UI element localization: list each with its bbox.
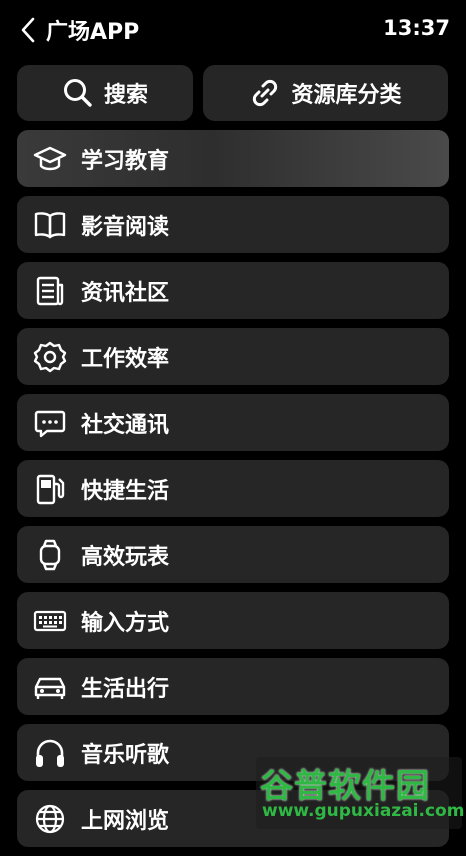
category-label: 学习教育 (81, 148, 170, 174)
category-item-productivity[interactable]: 工作效率 (17, 328, 449, 385)
watch-icon (33, 538, 67, 572)
search-button[interactable]: 搜索 (17, 65, 193, 121)
watermark-url: www.gupuxiazai.com (262, 801, 465, 821)
category-button[interactable]: 资源库分类 (203, 65, 448, 121)
link-icon (253, 79, 278, 107)
status-bar: 广场APP 13:37 (0, 0, 466, 60)
category-label: 影音阅读 (81, 214, 170, 240)
category-list: 学习教育 影音阅读 资讯社区 工作效率 社交通讯 快捷生活 高效玩表 输入方式 … (17, 130, 449, 856)
watermark-title: 谷普软件园 (260, 766, 430, 805)
clock: 13:37 (383, 16, 450, 40)
globe-icon (33, 802, 67, 836)
category-item-media[interactable]: 影音阅读 (17, 196, 449, 253)
category-button-label: 资源库分类 (291, 83, 402, 108)
headphones-icon (33, 736, 67, 770)
category-item-news[interactable]: 资讯社区 (17, 262, 449, 319)
category-label: 音乐听歌 (81, 742, 170, 768)
back-button[interactable] (20, 16, 46, 44)
category-label: 快捷生活 (81, 478, 170, 504)
news-icon (33, 274, 67, 308)
chevron-left-icon (21, 17, 35, 43)
gear-icon (33, 340, 67, 374)
category-label: 输入方式 (81, 610, 170, 636)
category-label: 工作效率 (81, 346, 170, 372)
fuel-pump-icon (33, 472, 67, 506)
keyboard-icon (33, 604, 67, 638)
search-icon (63, 79, 92, 107)
search-button-label: 搜索 (103, 83, 148, 108)
page-title: 广场APP (46, 20, 140, 45)
chat-bubble-icon (33, 406, 67, 440)
category-label: 生活出行 (81, 676, 170, 702)
category-item-life[interactable]: 快捷生活 (17, 460, 449, 517)
category-label: 社交通讯 (81, 412, 170, 438)
book-icon (33, 208, 67, 242)
category-item-social[interactable]: 社交通讯 (17, 394, 449, 451)
category-label: 资讯社区 (81, 280, 170, 306)
watermark: 谷普软件园 www.gupuxiazai.com (256, 757, 465, 829)
category-item-watch[interactable]: 高效玩表 (17, 526, 449, 583)
category-item-input[interactable]: 输入方式 (17, 592, 449, 649)
category-item-travel[interactable]: 生活出行 (17, 658, 449, 715)
category-item-study[interactable]: 学习教育 (17, 130, 449, 187)
category-label: 高效玩表 (81, 544, 170, 570)
car-icon (33, 670, 67, 704)
graduation-cap-icon (33, 142, 67, 176)
